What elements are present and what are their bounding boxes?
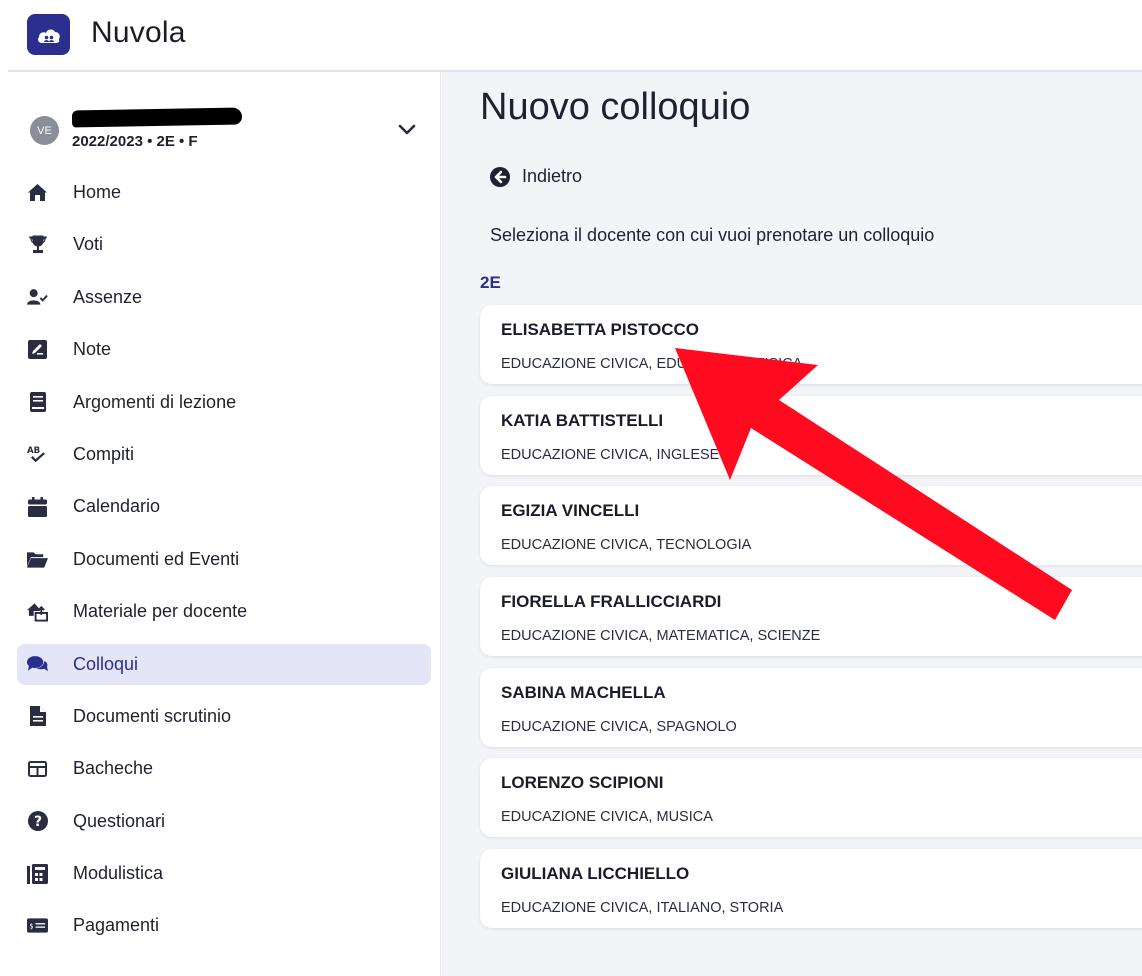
svg-text:?: ? — [33, 814, 41, 830]
sidebar-item-label: Questionari — [73, 810, 166, 831]
svg-text:$: $ — [29, 923, 33, 931]
teacher-subjects: EDUCAZIONE CIVICA, INGLESE — [501, 446, 720, 463]
teacher-card[interactable]: GIULIANA LICCHIELLO EDUCAZIONE CIVICA, I… — [480, 849, 1142, 929]
teacher-name: EGIZIA VINCELLI — [501, 501, 640, 521]
teacher-subjects: EDUCAZIONE CIVICA, MATEMATICA, SCIENZE — [501, 628, 821, 645]
teacher-card[interactable]: LORENZO SCIPIONI EDUCAZIONE CIVICA, MUSI… — [480, 758, 1142, 838]
sidebar-item-compiti[interactable]: AB Compiti — [17, 434, 431, 475]
sidebar-item-label: Documenti scrutinio — [73, 705, 232, 726]
user-context: 2022/2023 • 2E • F — [72, 133, 198, 150]
nuvola-logo-icon[interactable] — [27, 14, 70, 55]
comments-icon — [27, 654, 48, 675]
teacher-name: GIULIANA LICCHIELLO — [501, 864, 690, 884]
sidebar-item-note[interactable]: Note — [17, 329, 431, 370]
sidebar-item-label: Calendario — [73, 496, 161, 517]
sidebar-item-modulistica[interactable]: Modulistica — [17, 853, 431, 894]
teacher-card[interactable]: EGIZIA VINCELLI EDUCAZIONE CIVICA, TECNO… — [480, 486, 1142, 566]
user-check-icon — [27, 287, 48, 308]
sidebar-item-label: Materiale per docente — [73, 601, 248, 622]
arrow-left-circle-icon — [490, 166, 510, 187]
sidebar-item-label: Assenze — [73, 286, 143, 307]
svg-text:AB: AB — [27, 446, 40, 456]
user-switcher[interactable]: VE 2022/2023 • 2E • F — [28, 106, 428, 162]
sidebar-item-label: Pagamenti — [73, 915, 160, 936]
teacher-card[interactable]: ELISABETTA PISTOCCO EDUCAZIONE CIVICA, E… — [480, 305, 1142, 384]
sidebar-item-label: Bacheche — [73, 758, 154, 779]
house-upload-icon — [27, 601, 48, 622]
teacher-subjects: EDUCAZIONE CIVICA, EDUCAZIONE FISICA — [501, 356, 803, 372]
teacher-name: KATIA BATTISTELLI — [501, 410, 664, 430]
sidebar-item-questionari[interactable]: ? Questionari — [17, 801, 431, 842]
sidebar-item-label: Modulistica — [73, 863, 164, 884]
teacher-subjects: EDUCAZIONE CIVICA, ITALIANO, STORIA — [501, 900, 784, 917]
spell-check-icon: AB — [27, 444, 48, 465]
teacher-list: ELISABETTA PISTOCCO EDUCAZIONE CIVICA, E… — [480, 305, 1142, 940]
money-icon: $ — [27, 915, 48, 936]
trophy-icon — [27, 234, 48, 255]
teacher-card[interactable]: KATIA BATTISTELLI EDUCAZIONE CIVICA, ING… — [480, 395, 1142, 475]
sidebar-item-label: Argomenti di lezione — [73, 391, 237, 412]
folder-open-icon — [27, 549, 48, 570]
main-content: Nuovo colloquio Indietro Seleziona il do… — [442, 72, 1142, 976]
teacher-subjects: EDUCAZIONE CIVICA, MUSICA — [501, 809, 713, 826]
sidebar-item-label: Note — [73, 339, 112, 360]
instruction-text: Seleziona il docente con cui vuoi prenot… — [490, 225, 935, 245]
sidebar-item-label: Colloqui — [73, 653, 139, 674]
sidebar-item-label: Documenti ed Eventi — [73, 548, 240, 569]
back-button[interactable]: Indietro — [490, 166, 582, 187]
sidebar-nav: Home Voti Assenze Note Argomenti di lezi… — [17, 172, 431, 958]
board-icon — [27, 758, 48, 779]
sidebar-item-bacheche[interactable]: Bacheche — [17, 748, 431, 789]
class-group-label: 2E — [480, 273, 501, 292]
chevron-down-icon[interactable] — [396, 118, 418, 140]
forms-icon — [27, 863, 48, 884]
page-title: Nuovo colloquio — [480, 86, 751, 128]
sidebar-item-colloqui[interactable]: Colloqui — [17, 643, 431, 685]
app-name: Nuvola — [91, 16, 186, 49]
teacher-card[interactable]: SABINA MACHELLA EDUCAZIONE CIVICA, SPAGN… — [480, 667, 1142, 747]
sidebar: VE 2022/2023 • 2E • F Home Voti Assenze … — [0, 72, 441, 976]
sidebar-item-label: Compiti — [73, 443, 135, 464]
teacher-name: FIORELLA FRALLICCIARDI — [501, 592, 722, 612]
sidebar-item-label: Voti — [73, 234, 104, 255]
sidebar-item-calendario[interactable]: Calendario — [17, 486, 431, 527]
sidebar-item-documenti-eventi[interactable]: Documenti ed Eventi — [17, 539, 431, 580]
top-bar: Nuvola — [0, 0, 1142, 70]
book-icon — [27, 392, 48, 413]
avatar: VE — [30, 116, 59, 145]
sidebar-item-argomenti[interactable]: Argomenti di lezione — [17, 382, 431, 423]
calendar-icon — [27, 496, 48, 517]
teacher-subjects: EDUCAZIONE CIVICA, TECNOLOGIA — [501, 537, 752, 554]
sidebar-item-voti[interactable]: Voti — [17, 224, 431, 265]
sidebar-item-home[interactable]: Home — [17, 172, 431, 213]
sidebar-item-pagamenti[interactable]: $ Pagamenti — [17, 905, 431, 946]
file-icon — [27, 706, 48, 727]
teacher-name: SABINA MACHELLA — [501, 682, 666, 702]
back-label: Indietro — [522, 166, 583, 186]
sidebar-item-materiale[interactable]: Materiale per docente — [17, 591, 431, 632]
teacher-card[interactable]: FIORELLA FRALLICCIARDI EDUCAZIONE CIVICA… — [480, 577, 1142, 657]
redacted-student-name — [71, 107, 243, 128]
teacher-subjects: EDUCAZIONE CIVICA, SPAGNOLO — [501, 718, 737, 735]
note-edit-icon — [27, 339, 48, 360]
teacher-name: LORENZO SCIPIONI — [501, 773, 664, 793]
sidebar-item-documenti-scrutinio[interactable]: Documenti scrutinio — [17, 696, 431, 737]
home-icon — [27, 182, 48, 203]
question-circle-icon: ? — [27, 811, 48, 832]
teacher-name: ELISABETTA PISTOCCO — [501, 320, 700, 339]
sidebar-item-label: Home — [73, 182, 122, 202]
sidebar-item-assenze[interactable]: Assenze — [17, 277, 431, 318]
